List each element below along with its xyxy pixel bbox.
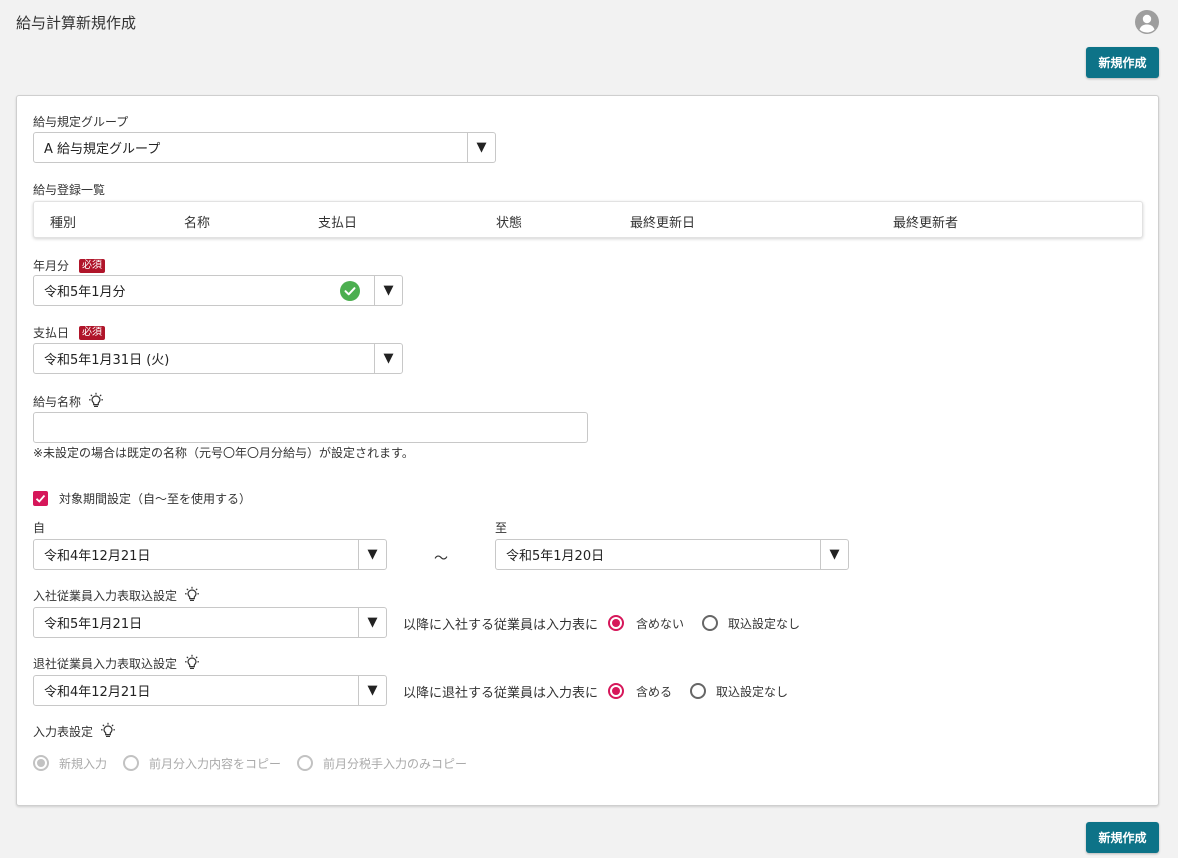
- check-circle-icon: [340, 280, 360, 301]
- dropdown-arrow-icon[interactable]: ▼: [358, 540, 386, 569]
- leave-radio-none[interactable]: [690, 683, 707, 699]
- period-checkbox[interactable]: [33, 491, 48, 506]
- salary-name-label: 給与名称: [33, 392, 105, 410]
- input-radio-copy-prev-label[interactable]: 前月分入力内容をコピー: [149, 755, 281, 772]
- period-to-label: 至: [495, 521, 508, 535]
- input-radio-new[interactable]: [33, 755, 49, 771]
- column-last-updater[interactable]: 最終更新者: [893, 212, 958, 231]
- leave-radio-include[interactable]: [608, 683, 625, 699]
- create-button-top[interactable]: 新規作成: [1086, 47, 1159, 78]
- input-table-label-text: 入力表設定: [33, 724, 94, 739]
- period-from-label: 自: [33, 521, 46, 535]
- period-checkbox-label: 対象期間設定（自～至を使用する）: [59, 492, 252, 506]
- join-label-text: 入社従業員入力表取込設定: [33, 588, 178, 603]
- lightbulb-icon[interactable]: [87, 392, 105, 410]
- payday-label: 支払日 必須: [33, 324, 106, 341]
- group-select[interactable]: A 給与規定グループ ▼: [33, 132, 496, 163]
- salary-name-note: ※未設定の場合は既定の名称（元号〇年〇月分給与）が設定されます。: [33, 446, 414, 460]
- column-name[interactable]: 名称: [184, 212, 210, 231]
- checkmark-icon: [35, 494, 46, 503]
- group-select-value: A 給与規定グループ: [44, 142, 161, 157]
- input-table-label: 入力表設定: [33, 722, 117, 740]
- leave-date-select[interactable]: 令和4年12月21日 ▼: [33, 675, 387, 706]
- salary-name-input[interactable]: [33, 412, 588, 443]
- month-label: 年月分 必須: [33, 257, 106, 274]
- input-radio-new-label[interactable]: 新規入力: [59, 755, 107, 772]
- join-radio-exclude-label[interactable]: 含めない: [636, 615, 684, 632]
- column-type[interactable]: 種別: [50, 212, 76, 231]
- user-avatar-icon[interactable]: [1135, 10, 1159, 34]
- leave-radio-none-label[interactable]: 取込設定なし: [716, 683, 788, 700]
- join-radio-exclude[interactable]: [608, 615, 625, 631]
- month-label-text: 年月分: [33, 259, 70, 273]
- input-table-options: 新規入力 前月分入力内容をコピー 前月分税手入力のみコピー: [33, 752, 467, 774]
- join-radio-none-label[interactable]: 取込設定なし: [728, 615, 800, 632]
- column-payday[interactable]: 支払日: [318, 212, 357, 231]
- required-badge: 必須: [79, 325, 106, 340]
- join-label: 入社従業員入力表取込設定: [33, 586, 201, 604]
- dropdown-arrow-icon[interactable]: ▼: [820, 540, 848, 569]
- leave-suffix: 以降に退社する従業員は入力表に: [403, 685, 599, 701]
- page-title: 給与計算新規作成: [16, 14, 137, 32]
- period-checkbox-row[interactable]: 対象期間設定（自～至を使用する）: [33, 490, 251, 507]
- lightbulb-icon[interactable]: [183, 586, 201, 604]
- period-tilde: ～: [434, 551, 448, 567]
- column-last-updated[interactable]: 最終更新日: [630, 212, 695, 231]
- leave-options: 以降に退社する従業員は入力表に 含める 取込設定なし: [403, 680, 788, 702]
- lightbulb-icon[interactable]: [99, 722, 117, 740]
- salary-name-label-text: 給与名称: [33, 394, 82, 409]
- dropdown-arrow-icon[interactable]: ▼: [358, 676, 386, 705]
- payday-label-text: 支払日: [33, 326, 70, 340]
- join-radio-none[interactable]: [702, 615, 719, 631]
- join-suffix: 以降に入社する従業員は入力表に: [403, 617, 599, 633]
- input-radio-copy-tax[interactable]: [297, 755, 314, 771]
- month-select-value: 令和5年1月分: [44, 285, 126, 300]
- group-label: 給与規定グループ: [33, 115, 129, 129]
- dropdown-arrow-icon[interactable]: ▼: [374, 276, 402, 305]
- dropdown-arrow-icon[interactable]: ▼: [467, 133, 495, 162]
- required-badge: 必須: [79, 258, 106, 273]
- join-options: 以降に入社する従業員は入力表に 含めない 取込設定なし: [403, 612, 800, 634]
- input-radio-copy-prev[interactable]: [123, 755, 140, 771]
- join-date-value: 令和5年1月21日: [44, 617, 143, 632]
- leave-radio-include-label[interactable]: 含める: [636, 683, 672, 700]
- lightbulb-icon[interactable]: [183, 654, 201, 672]
- input-radio-copy-tax-label[interactable]: 前月分税手入力のみコピー: [323, 755, 467, 772]
- form-card: 給与規定グループ A 給与規定グループ ▼ 給与登録一覧 種別 名称 支払日 状…: [16, 95, 1159, 806]
- leave-label-text: 退社従業員入力表取込設定: [33, 656, 178, 671]
- period-to-value: 令和5年1月20日: [506, 549, 605, 564]
- payday-select[interactable]: 令和5年1月31日 (火) ▼: [33, 343, 403, 374]
- payday-select-value: 令和5年1月31日 (火): [44, 353, 170, 368]
- leave-date-value: 令和4年12月21日: [44, 685, 151, 700]
- dropdown-arrow-icon[interactable]: ▼: [358, 608, 386, 637]
- period-to-select[interactable]: 令和5年1月20日 ▼: [495, 539, 849, 570]
- list-label: 給与登録一覧: [33, 183, 106, 197]
- leave-label: 退社従業員入力表取込設定: [33, 654, 201, 672]
- period-from-value: 令和4年12月21日: [44, 549, 151, 564]
- join-date-select[interactable]: 令和5年1月21日 ▼: [33, 607, 387, 638]
- column-status[interactable]: 状態: [496, 212, 522, 231]
- create-button-bottom[interactable]: 新規作成: [1086, 822, 1159, 853]
- period-from-select[interactable]: 令和4年12月21日 ▼: [33, 539, 387, 570]
- month-select[interactable]: 令和5年1月分 ▼: [33, 275, 403, 306]
- dropdown-arrow-icon[interactable]: ▼: [374, 344, 402, 373]
- payroll-list-header: 種別 名称 支払日 状態 最終更新日 最終更新者: [33, 201, 1143, 238]
